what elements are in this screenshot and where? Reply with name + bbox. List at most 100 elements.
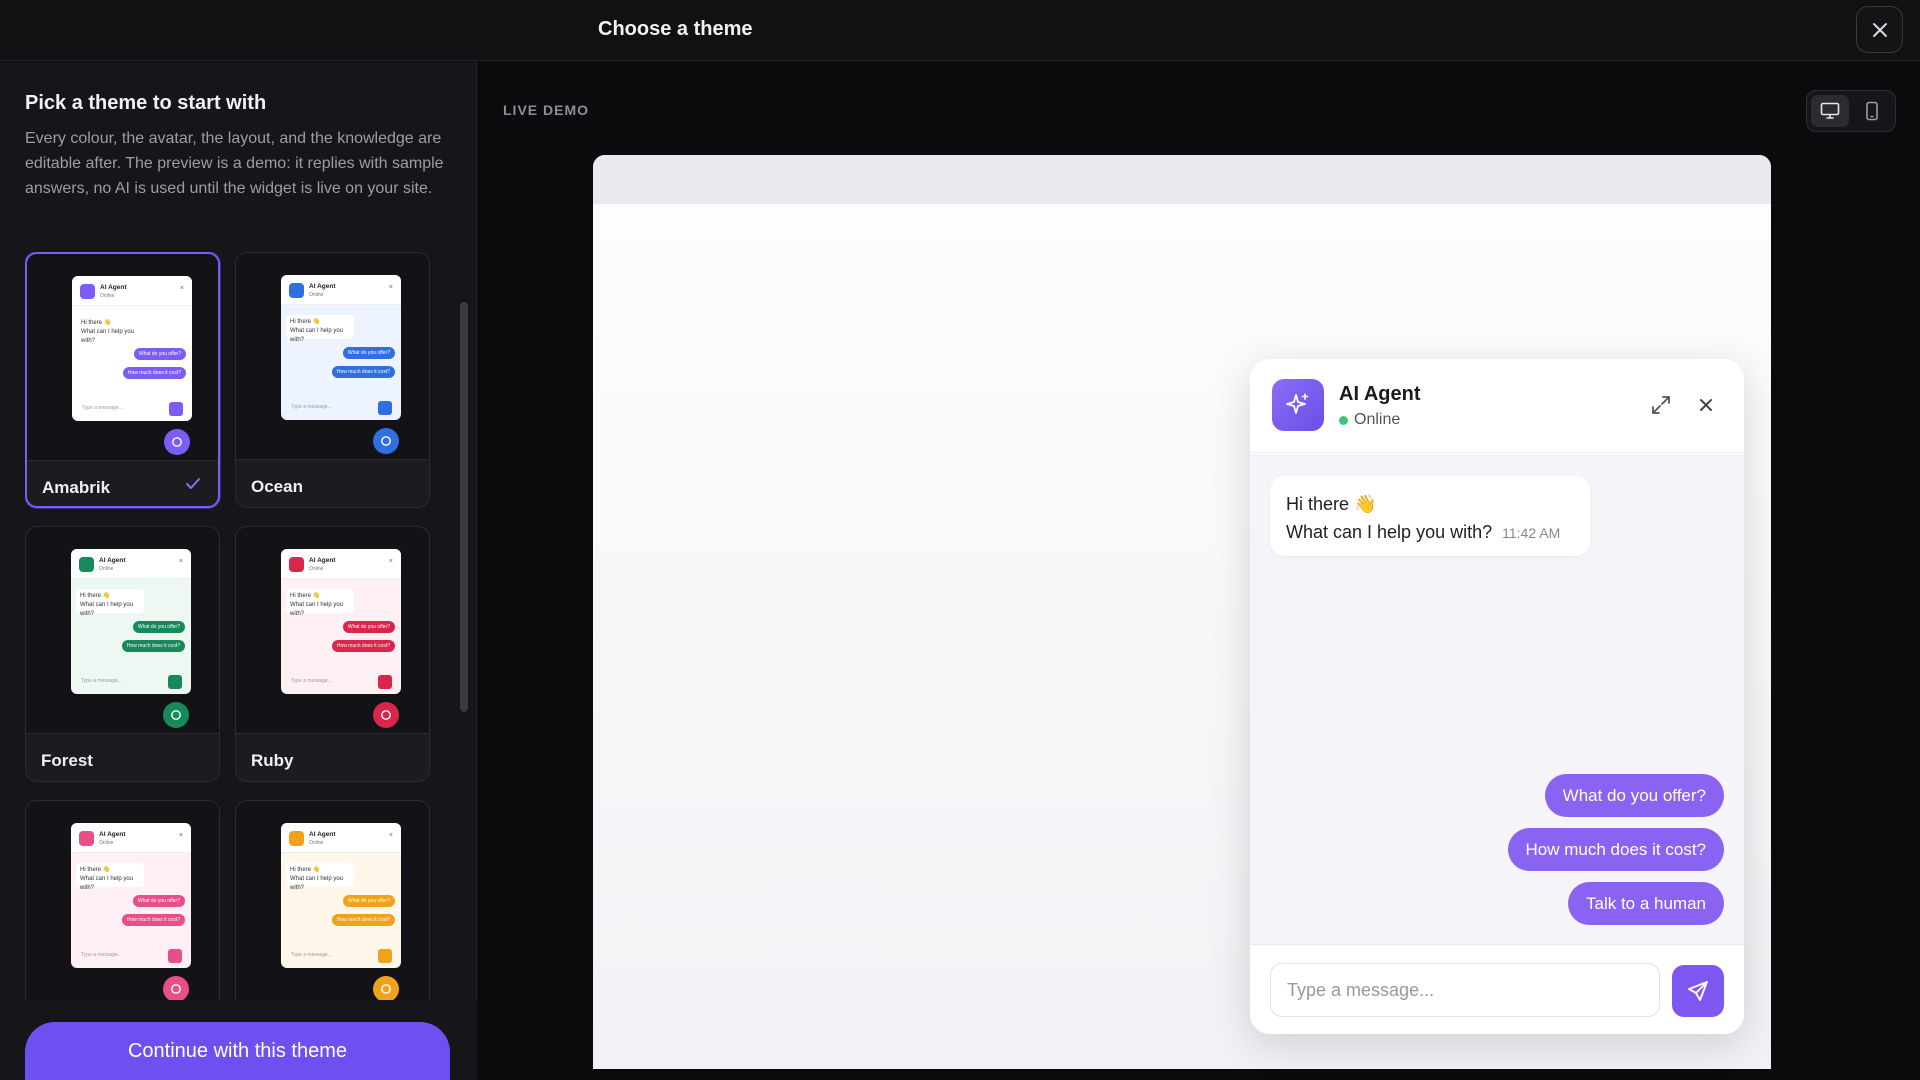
mini-suggestion: How much does it cost? [122,367,186,379]
mini-avatar [289,283,304,298]
mobile-view-button[interactable] [1853,95,1891,127]
desktop-view-button[interactable] [1811,95,1849,127]
mini-greet-1: Hi there 👋 [81,320,112,326]
mini-suggestion: What do you offer? [342,621,395,633]
mini-header: AI Agent Online × [281,275,401,305]
mini-greet-2: What can I help you with? [290,602,344,617]
mini-input: Type a message... [286,947,396,964]
mini-status: Online [100,293,115,299]
mini-suggestion: What do you offer? [133,348,186,360]
chat-input-bar: Type a message... [1250,944,1744,1034]
chat-bubble-icon [163,702,189,728]
mini-greeting: Hi there 👋 What can I help you with? [286,589,354,617]
mini-suggestion: What do you offer? [342,347,395,359]
mini-send-icon [168,675,182,689]
monitor-icon [1820,102,1840,119]
theme-card[interactable]: AI Agent Online × Hi there 👋 What can I help… [25,252,220,508]
mini-send-icon [169,402,183,416]
chat-bubble-icon [164,429,190,455]
mini-agent-name: AI Agent [309,283,336,290]
mini-header: AI Agent Online × [281,823,401,853]
mini-greet-1: Hi there 👋 [80,593,111,599]
suggestion-offer[interactable]: What do you offer? [1544,774,1724,817]
send-button[interactable] [1672,965,1724,1017]
close-icon [1872,22,1887,37]
agent-message: Hi there 👋 What can I help you with? 11:4… [1270,476,1590,556]
mini-header: AI Agent Online × [72,276,192,306]
mini-suggestion: What do you offer? [132,895,185,907]
mini-greet-2: What can I help you with? [80,876,134,891]
mini-input: Type a message... [77,400,187,417]
close-chat-button[interactable] [1695,394,1717,421]
mini-avatar [79,557,94,572]
mini-avatar [80,284,95,299]
mini-send-icon [378,949,392,963]
mini-greet-1: Hi there 👋 [80,867,111,873]
mini-header: AI Agent Online × [281,549,401,579]
mini-greeting: Hi there 👋 What can I help you with? [76,863,144,891]
mini-placeholder: Type a message... [291,952,332,958]
mini-close-icon: × [178,558,183,565]
theme-preview: AI Agent Online × Hi there 👋 What can I help… [236,801,429,1004]
theme-panel: Pick a theme to start with Every colour,… [0,62,477,1080]
suggestion-human[interactable]: Talk to a human [1567,882,1724,925]
close-icon [1700,399,1712,411]
theme-preview: AI Agent Online × Hi there 👋 What can I help… [236,253,429,459]
mini-close-icon: × [388,832,393,839]
sparkle-icon [1286,393,1309,414]
theme-card[interactable]: AI Agent Online × Hi there 👋 What can I help… [25,526,220,782]
agent-name: AI Agent [1339,383,1421,405]
top-bar: Choose a theme [0,0,1920,61]
close-dialog-button[interactable] [1856,6,1903,53]
mini-chat: AI Agent Online × Hi there 👋 What can I help… [71,823,191,968]
mini-chat: AI Agent Online × Hi there 👋 What can I help… [281,549,401,694]
mini-status: Online [99,566,114,572]
theme-preview: AI Agent Online × Hi there 👋 What can I help… [26,801,219,1004]
theme-grid[interactable]: AI Agent Online × Hi there 👋 What can I help… [25,252,430,1004]
mini-placeholder: Type a message... [291,678,332,684]
chat-bubble-icon [163,976,189,1002]
mini-close-icon: × [388,284,393,291]
message-input[interactable]: Type a message... [1270,963,1660,1017]
mini-suggestion: How much does it cost? [331,640,395,652]
chat-messages: Hi there 👋 What can I help you with? 11:4… [1250,454,1744,944]
mini-avatar [289,557,304,572]
mini-greet-1: Hi there 👋 [290,867,321,873]
message-line-1: Hi there 👋 [1286,494,1377,514]
theme-card[interactable]: AI Agent Online × Hi there 👋 What can I help… [235,526,430,782]
mini-placeholder: Type a message... [81,678,122,684]
chat-bubble-icon [373,702,399,728]
mini-status: Online [99,840,114,846]
mini-chat: AI Agent Online × Hi there 👋 What can I help… [72,276,192,421]
theme-card[interactable]: AI Agent Online × Hi there 👋 What can I help… [235,800,430,1004]
mini-input: Type a message... [76,947,186,964]
mini-greeting: Hi there 👋 What can I help you with? [286,315,354,343]
mini-greet-2: What can I help you with? [81,329,135,344]
mini-header: AI Agent Online × [71,823,191,853]
theme-card[interactable]: AI Agent Online × Hi there 👋 What can I help… [25,800,220,1004]
mini-agent-name: AI Agent [309,557,336,564]
mini-chat: AI Agent Online × Hi there 👋 What can I help… [281,275,401,420]
mini-agent-name: AI Agent [99,557,126,564]
chat-bubble-icon [373,428,399,454]
theme-card[interactable]: AI Agent Online × Hi there 👋 What can I help… [235,252,430,508]
continue-button[interactable]: Continue with this theme [25,1022,450,1080]
chat-widget: AI Agent Online Hi there 👋 What can I he… [1250,359,1744,1034]
preview-browser-bar [593,155,1771,204]
device-switcher [1806,90,1896,132]
mini-agent-name: AI Agent [100,284,127,291]
mini-greeting: Hi there 👋 What can I help you with? [286,863,354,891]
mini-greeting: Hi there 👋 What can I help you with? [77,316,145,344]
mini-suggestion: What do you offer? [342,895,395,907]
mini-agent-name: AI Agent [99,831,126,838]
mini-status: Online [309,292,324,298]
mini-avatar [289,831,304,846]
mini-send-icon [378,675,392,689]
mini-suggestion: What do you offer? [132,621,185,633]
expand-button[interactable] [1650,394,1672,421]
theme-preview: AI Agent Online × Hi there 👋 What can I help… [27,254,218,460]
scrollbar[interactable] [460,302,468,712]
check-icon [186,478,200,489]
suggestion-cost[interactable]: How much does it cost? [1507,828,1724,871]
mini-input: Type a message... [286,673,396,690]
